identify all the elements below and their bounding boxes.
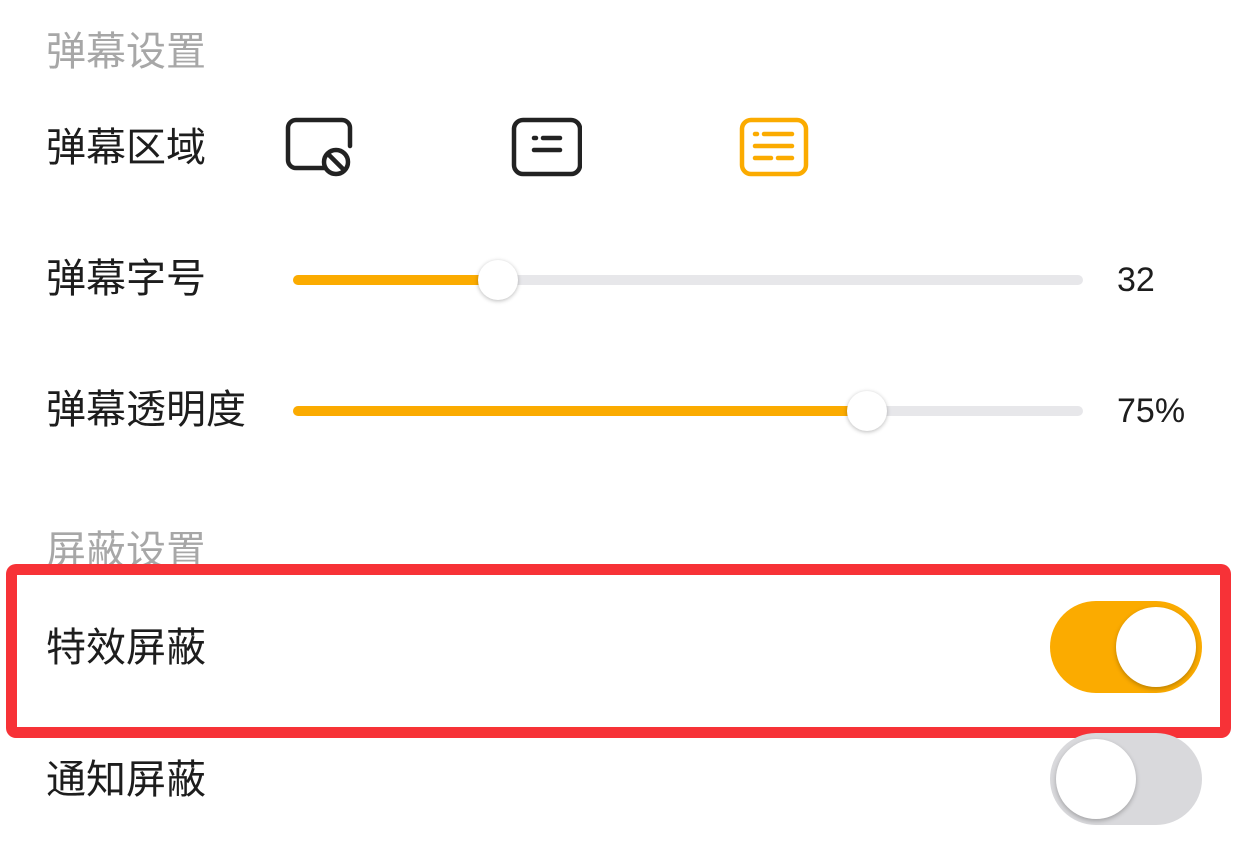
opacity-value: 75% — [1117, 392, 1186, 430]
danmaku-area-label: 弹幕区域 — [46, 125, 206, 171]
opacity-slider[interactable] — [293, 391, 1083, 431]
danmaku-off-icon — [285, 117, 353, 177]
font-size-slider[interactable] — [293, 260, 1083, 300]
danmaku-area-full-option[interactable] — [738, 116, 810, 180]
opacity-slider-fill — [293, 406, 867, 416]
danmaku-area-off-option[interactable] — [282, 116, 354, 180]
opacity-slider-thumb[interactable] — [847, 391, 887, 431]
danmaku-half-screen-icon — [511, 117, 582, 177]
font-size-slider-fill — [293, 275, 498, 285]
effects-block-toggle-knob — [1116, 607, 1196, 687]
notification-block-toggle[interactable] — [1050, 733, 1202, 825]
danmaku-settings-section-title: 弹幕设置 — [46, 29, 206, 75]
danmaku-area-half-option[interactable] — [510, 116, 582, 180]
effects-block-toggle[interactable] — [1050, 601, 1202, 693]
effects-block-label: 特效屏蔽 — [46, 625, 206, 671]
danmaku-full-screen-icon — [739, 117, 809, 177]
notification-block-toggle-knob — [1056, 739, 1136, 819]
font-size-value: 32 — [1117, 261, 1155, 299]
notification-block-label: 通知屏蔽 — [46, 757, 206, 803]
opacity-label: 弹幕透明度 — [46, 387, 246, 433]
font-size-slider-thumb[interactable] — [478, 260, 518, 300]
font-size-label: 弹幕字号 — [46, 256, 206, 302]
